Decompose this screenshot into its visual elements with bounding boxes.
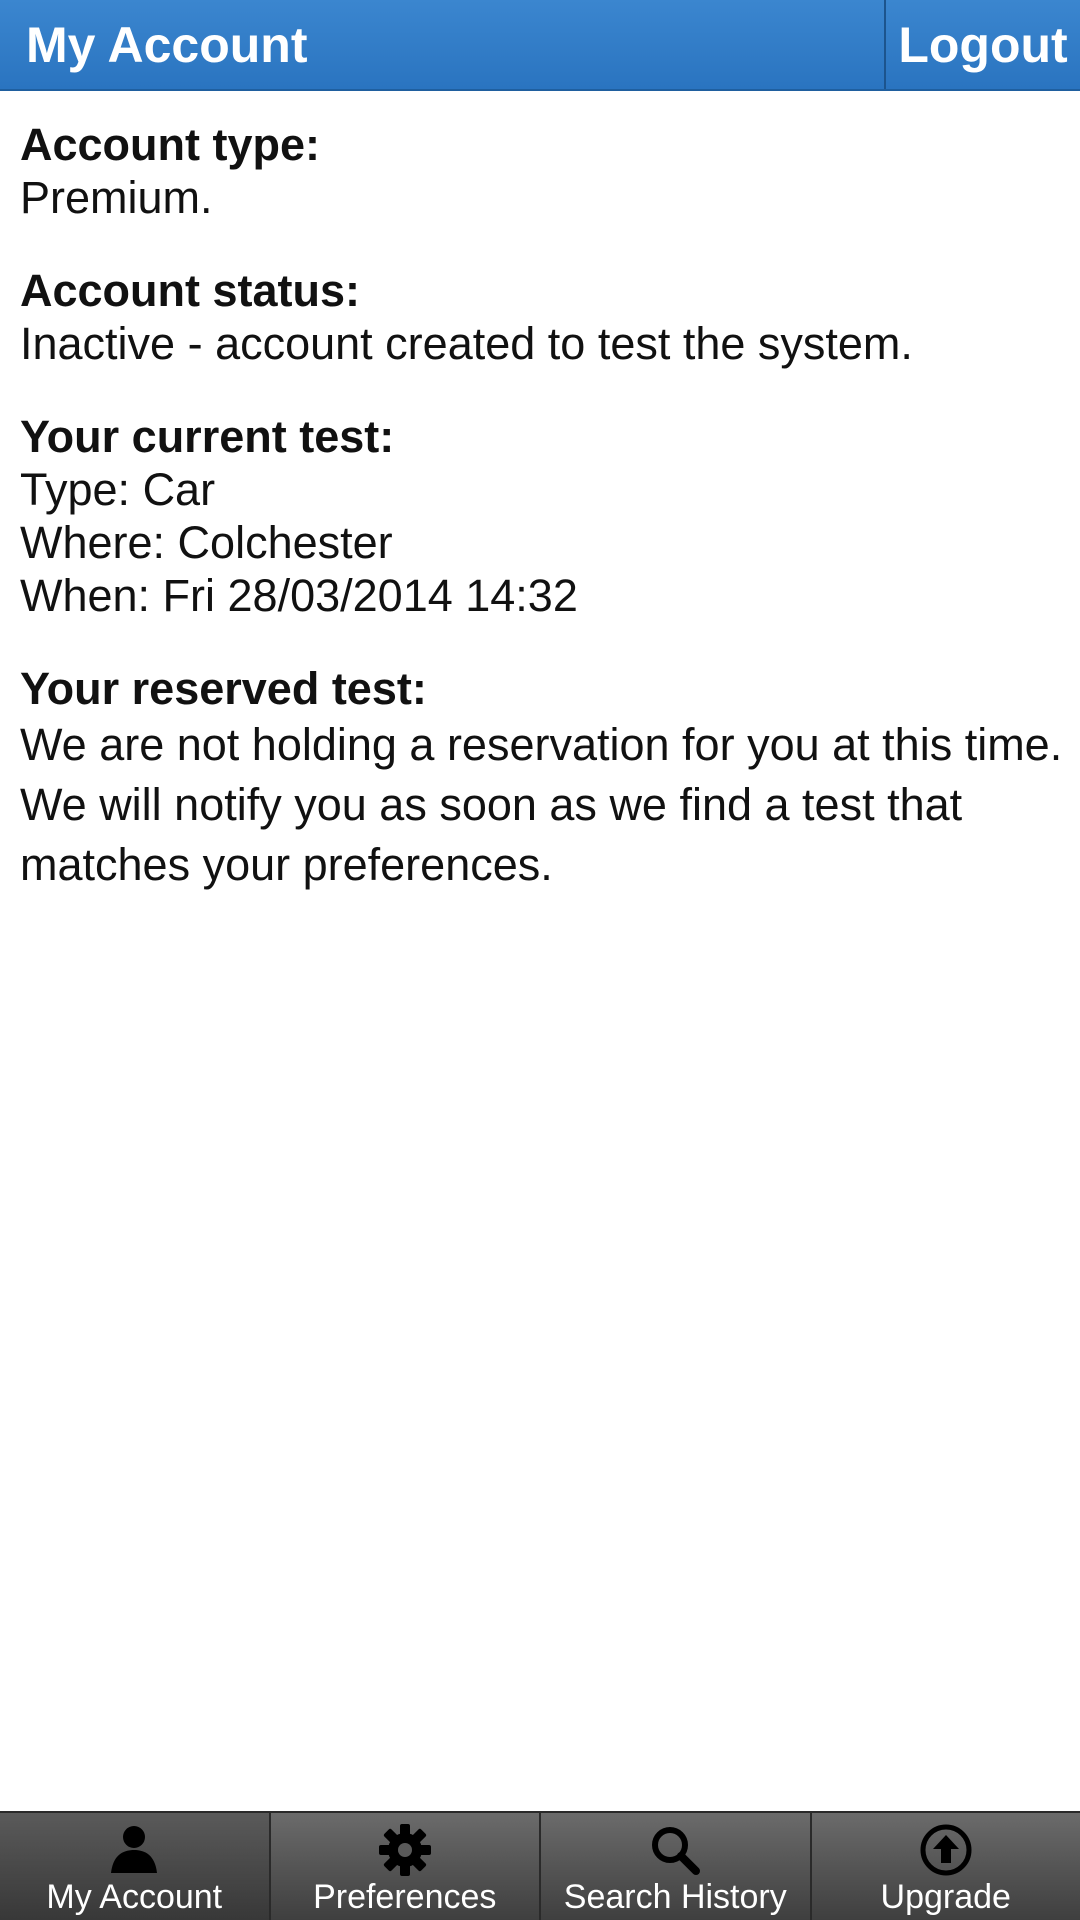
tab-preferences-label: Preferences — [313, 1878, 497, 1916]
account-type-section: Account type: Premium. — [20, 118, 1070, 224]
reserved-test-text: We are not holding a reservation for you… — [20, 719, 1063, 890]
search-icon — [652, 1827, 701, 1875]
current-test-label: Your current test: — [20, 411, 395, 462]
header-bar: My Account Logout — [0, 0, 1080, 91]
tab-my-account-label: My Account — [46, 1878, 223, 1916]
account-content: Account type: Premium. Account status: I… — [20, 118, 1070, 935]
page-title: My Account — [26, 17, 308, 73]
account-type-label: Account type: — [20, 119, 321, 170]
gear-icon — [378, 1824, 431, 1876]
current-test-section: Your current test: Type: Car Where: Colc… — [20, 410, 1070, 622]
account-type-value: Premium. — [20, 172, 213, 223]
tab-search-history-label: Search History — [563, 1878, 787, 1916]
tab-my-account[interactable]: My Account — [0, 1813, 271, 1920]
account-status-section: Account status: Inactive - account creat… — [20, 264, 1070, 370]
account-status-value: Inactive - account created to test the s… — [20, 318, 913, 369]
tab-upgrade[interactable]: Upgrade — [812, 1813, 1080, 1920]
tab-preferences[interactable]: Preferences — [271, 1813, 541, 1920]
account-status-label: Account status: — [20, 265, 361, 316]
current-test-where: Where: Colchester — [20, 517, 393, 568]
reserved-test-section: Your reserved test: We are not holding a… — [20, 662, 1070, 895]
upgrade-arrow-icon — [920, 1824, 972, 1876]
bottom-tab-bar: My Account Preferences Search History Up… — [0, 1811, 1080, 1920]
person-icon — [111, 1826, 158, 1873]
tab-search-history[interactable]: Search History — [541, 1813, 812, 1920]
reserved-test-label: Your reserved test: — [20, 663, 427, 714]
tab-upgrade-label: Upgrade — [880, 1878, 1011, 1916]
logout-button[interactable]: Logout — [884, 0, 1080, 89]
current-test-when: When: Fri 28/03/2014 14:32 — [20, 570, 578, 621]
current-test-type: Type: Car — [20, 464, 216, 515]
